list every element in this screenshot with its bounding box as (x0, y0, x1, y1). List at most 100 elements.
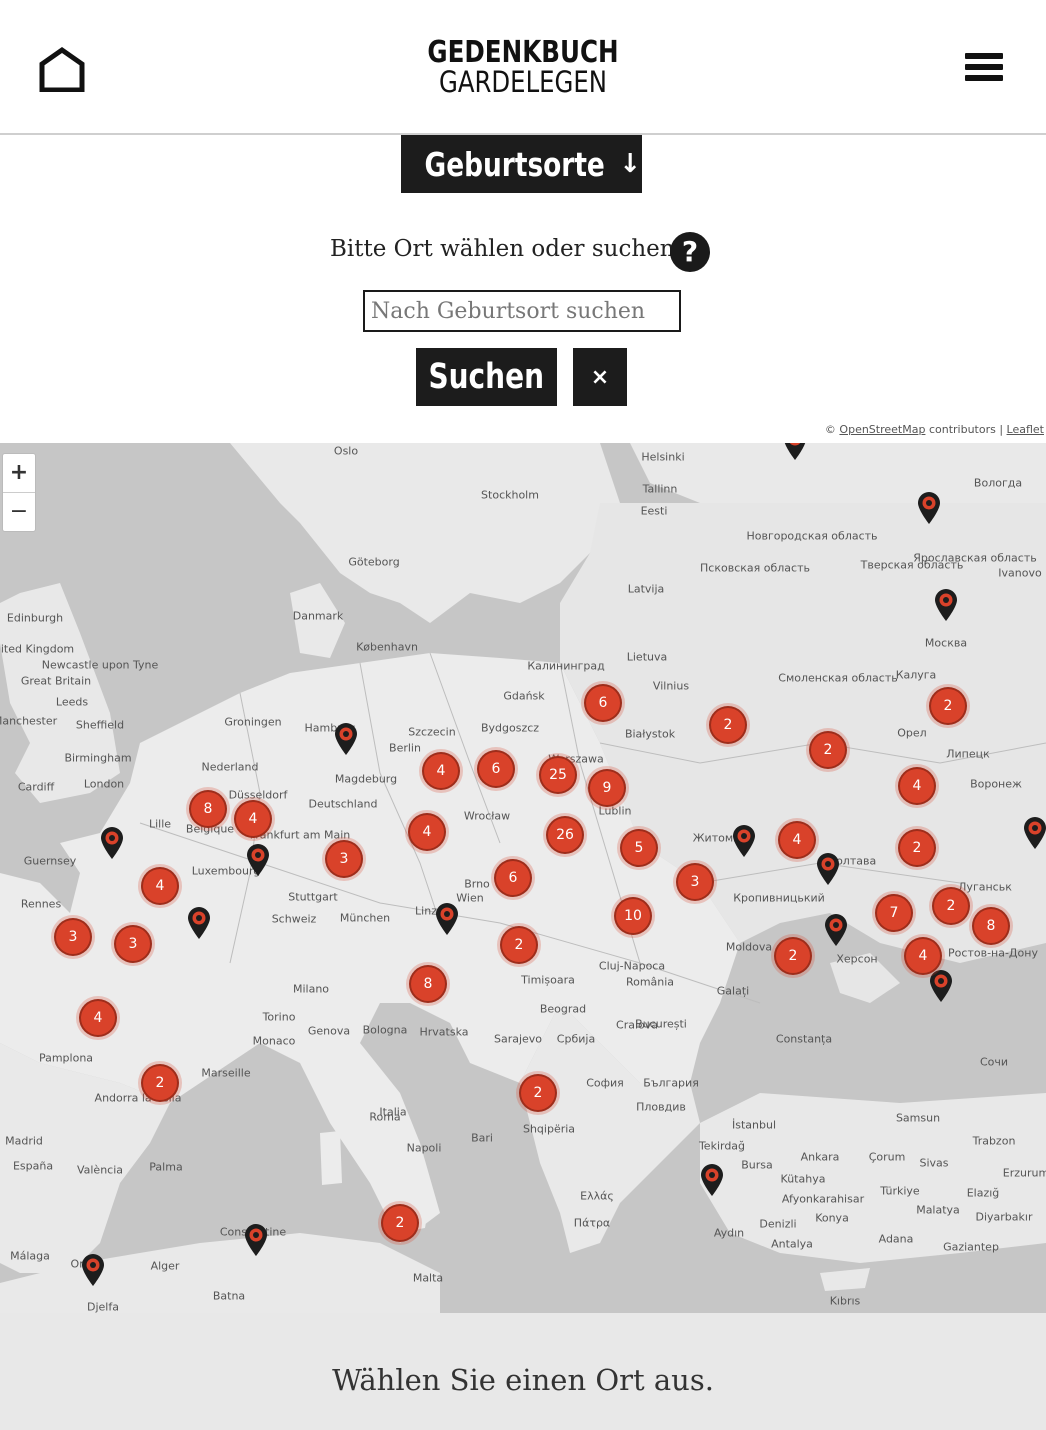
marker-cluster[interactable]: 2 (898, 829, 936, 867)
clear-search-button[interactable]: × (573, 348, 627, 406)
map-place-label: Wrocław (463, 809, 511, 823)
map-place-label: Szczecin (408, 725, 456, 739)
map-place-label: Galați (716, 984, 750, 998)
marker-cluster[interactable]: 4 (408, 813, 446, 851)
marker-cluster[interactable]: 3 (54, 918, 92, 956)
attribution-contributors: contributors | (925, 423, 1007, 436)
place-type-dropdown[interactable]: Geburtsorte ↓ (401, 135, 642, 193)
map-place-label: Новгородская область (746, 529, 878, 543)
map-place-label: València (76, 1163, 124, 1177)
marker-cluster[interactable]: 6 (494, 859, 532, 897)
map-place-label: Leeds (55, 695, 89, 709)
site-logo[interactable]: GEDENKBUCH GARDELEGEN (0, 38, 1046, 97)
location-pin-icon[interactable] (815, 852, 841, 886)
marker-cluster[interactable]: 10 (614, 897, 652, 935)
marker-cluster[interactable]: 4 (141, 867, 179, 905)
osm-link[interactable]: OpenStreetMap (839, 423, 925, 436)
map-place-label: Antalya (771, 1237, 813, 1251)
map-place-label: London (83, 777, 125, 791)
map-place-label: Kıbrıs (829, 1294, 861, 1308)
marker-cluster[interactable]: 3 (676, 863, 714, 901)
marker-cluster[interactable]: 8 (189, 790, 227, 828)
selection-footer: Wählen Sie einen Ort aus. (0, 1313, 1046, 1430)
marker-cluster[interactable]: 2 (709, 706, 747, 744)
instruction-text: Bitte Ort wählen oder suchen. (330, 236, 682, 262)
map-place-label: Elazığ (966, 1186, 1000, 1200)
map-place-label: Bydgoszcz (480, 721, 540, 735)
map-place-label: Palma (149, 1160, 183, 1174)
map-place-label: Калуга (895, 668, 937, 682)
map-place-label: Kütahya (780, 1172, 826, 1186)
map-place-label: Кропивницький (733, 891, 825, 905)
location-pin-icon[interactable] (916, 491, 942, 525)
location-pin-icon[interactable] (80, 1253, 106, 1287)
map-place-label: Vilnius (652, 679, 690, 693)
marker-cluster[interactable]: 2 (141, 1064, 179, 1102)
marker-cluster[interactable]: 25 (539, 756, 577, 794)
leaflet-link[interactable]: Leaflet (1007, 423, 1044, 436)
marker-cluster[interactable]: 5 (620, 829, 658, 867)
marker-cluster[interactable]: 4 (778, 821, 816, 859)
marker-cluster[interactable]: 2 (929, 687, 967, 725)
map-place-label: Херсон (836, 952, 878, 966)
marker-cluster[interactable]: 3 (325, 840, 363, 878)
marker-cluster[interactable]: 2 (809, 731, 847, 769)
location-pin-icon[interactable] (933, 588, 959, 622)
marker-cluster[interactable]: 2 (519, 1074, 557, 1112)
map-place-label: Afyonkarahisar (781, 1192, 865, 1206)
zoom-in-button[interactable]: + (3, 454, 35, 492)
map-place-label: Gdańsk (503, 689, 545, 703)
map-place-label: Bologna (362, 1023, 408, 1037)
map-place-label: Смоленская область (778, 671, 898, 685)
map-place-label: Latvija (627, 582, 665, 596)
zoom-out-button[interactable]: − (3, 492, 35, 531)
location-pin-icon[interactable] (186, 906, 212, 940)
map-place-label: Groningen (224, 715, 282, 729)
map-place-label: Edinburgh (6, 611, 64, 625)
map-place-label: Lille (148, 817, 172, 831)
marker-cluster[interactable]: 3 (114, 925, 152, 963)
marker-cluster[interactable]: 7 (875, 894, 913, 932)
marker-cluster[interactable]: 8 (972, 907, 1010, 945)
location-pin-icon[interactable] (823, 913, 849, 947)
location-pin-icon[interactable] (243, 1223, 269, 1257)
location-pin-icon[interactable] (699, 1163, 725, 1197)
marker-cluster[interactable]: 9 (588, 769, 626, 807)
location-pin-icon[interactable] (928, 969, 954, 1003)
map-place-label: España (12, 1159, 54, 1173)
hamburger-menu-icon[interactable] (965, 53, 1003, 85)
marker-cluster[interactable]: 26 (546, 816, 584, 854)
map-place-label: Пловдив (636, 1100, 686, 1114)
logo-line-2: GARDELEGEN (438, 65, 608, 99)
marker-cluster[interactable]: 4 (904, 937, 942, 975)
birthplace-map[interactable]: + − Oslo Helsinki Stockholm Tallinn Eesti Göt… (0, 443, 1046, 1313)
marker-cluster[interactable]: 2 (774, 937, 812, 975)
marker-cluster[interactable]: 2 (381, 1204, 419, 1242)
map-place-label: Brno (464, 877, 490, 891)
map-place-label: İstanbul (731, 1118, 777, 1132)
help-icon[interactable]: ? (670, 232, 710, 272)
map-place-label: Helsinki (641, 450, 685, 464)
search-button[interactable]: Suchen (416, 348, 557, 406)
marker-cluster[interactable]: 4 (234, 800, 272, 838)
marker-cluster[interactable]: 4 (898, 767, 936, 805)
marker-cluster[interactable]: 4 (79, 999, 117, 1037)
marker-cluster[interactable]: 2 (500, 926, 538, 964)
location-pin-icon[interactable] (731, 824, 757, 858)
map-place-label: Pamplona (38, 1051, 94, 1065)
location-pin-icon[interactable] (434, 902, 460, 936)
marker-cluster[interactable]: 4 (422, 752, 460, 790)
map-place-label: София (586, 1076, 624, 1090)
search-input[interactable] (363, 290, 681, 332)
map-place-label: Constanța (775, 1032, 833, 1046)
location-pin-icon[interactable] (782, 443, 808, 461)
location-pin-icon[interactable] (99, 826, 125, 860)
map-place-label: Москва (924, 636, 968, 650)
location-pin-icon[interactable] (333, 722, 359, 756)
marker-cluster[interactable]: 8 (409, 965, 447, 1003)
marker-cluster[interactable]: 2 (932, 887, 970, 925)
location-pin-icon[interactable] (1022, 816, 1046, 850)
marker-cluster[interactable]: 6 (477, 750, 515, 788)
location-pin-icon[interactable] (245, 843, 271, 877)
marker-cluster[interactable]: 6 (584, 684, 622, 722)
